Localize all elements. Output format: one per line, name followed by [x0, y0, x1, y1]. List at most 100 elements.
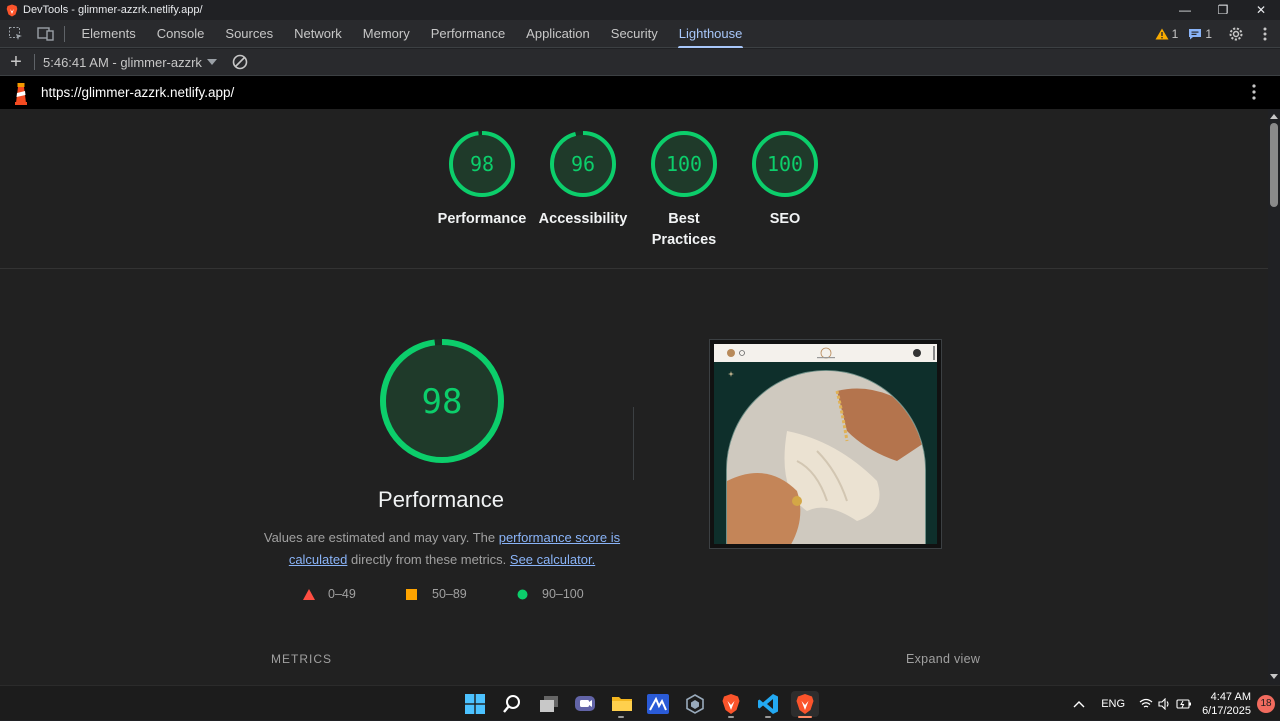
brave-browser-icon[interactable] — [718, 691, 744, 717]
score-gauges: 98 Performance 96 Accessibility 100 Best… — [432, 129, 832, 259]
gauge-performance[interactable]: 98 Performance — [432, 129, 532, 230]
section-divider — [0, 268, 1268, 269]
windows-start-icon[interactable] — [462, 691, 488, 717]
restore-button[interactable]: ❐ — [1204, 0, 1242, 20]
window-title: DevTools - glimmer-azzrk.netlify.app/ — [23, 4, 203, 16]
scroll-up-arrow-icon[interactable] — [1268, 112, 1280, 120]
warnings-count: 1 — [1171, 27, 1179, 41]
gauge-score: 98 — [470, 152, 494, 176]
see-calculator-link[interactable]: See calculator. — [510, 552, 595, 567]
report-scrollbar[interactable] — [1268, 109, 1280, 685]
warnings-badge[interactable]: 1 — [1155, 27, 1179, 41]
tab-lighthouse[interactable]: Lighthouse — [668, 20, 753, 48]
triangle-icon — [303, 588, 315, 600]
legend-average: 50–89 — [406, 587, 467, 601]
active-indicator — [798, 716, 812, 718]
gauge-score: 100 — [767, 152, 803, 176]
cube-app-icon[interactable] — [682, 691, 708, 717]
teams-chat-icon[interactable] — [572, 691, 598, 717]
volume-icon[interactable] — [1158, 697, 1171, 710]
clock-time: 4:47 AM — [1210, 690, 1251, 703]
lighthouse-toolbar: + 5:46:41 AM - glimmer-azzrk.r — [0, 49, 1280, 76]
tab-security[interactable]: Security — [600, 20, 668, 48]
brave-icon — [6, 4, 18, 16]
screenshot-site-header — [714, 344, 937, 362]
vscode-icon[interactable] — [755, 691, 781, 717]
tab-performance[interactable]: Performance — [420, 20, 515, 48]
gauge-seo[interactable]: 100 SEO — [735, 129, 835, 230]
toolbar-divider — [64, 25, 65, 42]
messages-count: 1 — [1205, 27, 1212, 41]
gauge-best-practices[interactable]: 100 Best Practices — [634, 129, 734, 251]
devtools-tabbar: Elements Console Sources Network Memory … — [0, 20, 1280, 48]
toolbar-divider — [34, 54, 35, 70]
running-indicator — [765, 716, 771, 718]
gauge-score: 100 — [666, 152, 702, 176]
gauge-label: SEO — [769, 211, 801, 227]
chevron-up-icon[interactable] — [1073, 700, 1085, 708]
settings-gear-icon[interactable] — [1222, 20, 1250, 48]
scrollbar-thumb[interactable] — [1270, 123, 1278, 207]
score-legend: 0–49 50–89 90–100 — [300, 587, 600, 605]
new-report-icon[interactable]: + — [0, 49, 32, 76]
window-titlebar: DevTools - glimmer-azzrk.netlify.app/ — … — [0, 0, 1280, 20]
legend-fail: 0–49 — [303, 587, 356, 601]
minimize-button[interactable]: — — [1166, 0, 1204, 20]
report-select[interactable]: 5:46:41 AM - glimmer-azzrk.r — [43, 55, 203, 70]
running-indicator — [618, 716, 624, 718]
tab-elements[interactable]: Elements — [71, 20, 146, 48]
gauge-label: Performance — [437, 211, 527, 227]
windows-taskbar: ENG 4:47 AM 6/17/2025 18 — [0, 685, 1280, 720]
final-screenshot[interactable] — [709, 339, 942, 549]
chevron-down-icon[interactable] — [207, 59, 217, 65]
performance-description: Values are estimated and may vary. The p… — [263, 530, 621, 567]
screenshot-hero-image — [726, 370, 926, 544]
performance-title: Performance — [378, 487, 504, 512]
metrics-heading: METRICS — [271, 652, 332, 666]
expand-view-toggle[interactable]: Expand view — [906, 652, 980, 666]
gauge-score: 96 — [571, 152, 595, 176]
brave-devtools-icon[interactable] — [791, 691, 819, 717]
running-indicator — [728, 716, 734, 718]
tab-network[interactable]: Network — [284, 20, 353, 48]
message-icon — [1189, 29, 1202, 40]
battery-icon[interactable] — [1176, 698, 1192, 709]
report-url: https://glimmer-azzrk.netlify.app/ — [41, 85, 235, 100]
legend-pass: 90–100 — [517, 587, 584, 601]
report-url-bar: https://glimmer-azzrk.netlify.app/ — [0, 76, 1280, 109]
file-explorer-icon[interactable] — [609, 691, 635, 717]
circle-icon — [517, 589, 528, 599]
scroll-down-arrow-icon[interactable] — [1268, 673, 1280, 681]
square-icon — [406, 588, 417, 600]
report-menu-icon[interactable] — [1252, 84, 1256, 100]
warning-icon — [1155, 28, 1169, 40]
panel-tabs: Elements Console Sources Network Memory … — [71, 20, 753, 48]
performance-score: 98 — [422, 382, 463, 422]
clock-date: 6/17/2025 — [1202, 704, 1251, 717]
tab-console[interactable]: Console — [146, 20, 215, 48]
clear-block-icon[interactable] — [232, 54, 248, 70]
lighthouse-report: 98 Performance 96 Accessibility 100 Best… — [0, 109, 1268, 685]
close-button[interactable]: ✕ — [1242, 0, 1280, 20]
search-icon[interactable] — [499, 691, 525, 717]
system-tray: ENG 4:47 AM 6/17/2025 18 — [1073, 686, 1280, 721]
vertical-divider — [633, 407, 634, 480]
gauge-label: Best Practices — [651, 211, 717, 248]
task-view-icon[interactable] — [536, 691, 562, 717]
wifi-icon[interactable] — [1139, 698, 1153, 709]
notification-badge[interactable]: 18 — [1257, 694, 1275, 713]
clock[interactable]: 4:47 AM 6/17/2025 — [1202, 690, 1251, 718]
device-toolbar-icon[interactable] — [32, 20, 58, 48]
inspect-element-icon[interactable] — [0, 20, 32, 48]
tab-sources[interactable]: Sources — [215, 20, 284, 48]
app-icon[interactable] — [645, 691, 671, 717]
language-indicator[interactable]: ENG — [1101, 698, 1125, 710]
tab-memory[interactable]: Memory — [352, 20, 420, 48]
tab-application[interactable]: Application — [516, 20, 601, 48]
more-options-icon[interactable] — [1250, 20, 1280, 48]
performance-gauge-large: 98 — [376, 335, 508, 467]
gauge-accessibility[interactable]: 96 Accessibility — [533, 129, 633, 230]
messages-badge[interactable]: 1 — [1188, 27, 1212, 41]
sparkle-icon — [728, 371, 734, 377]
gauge-label: Accessibility — [538, 211, 628, 227]
